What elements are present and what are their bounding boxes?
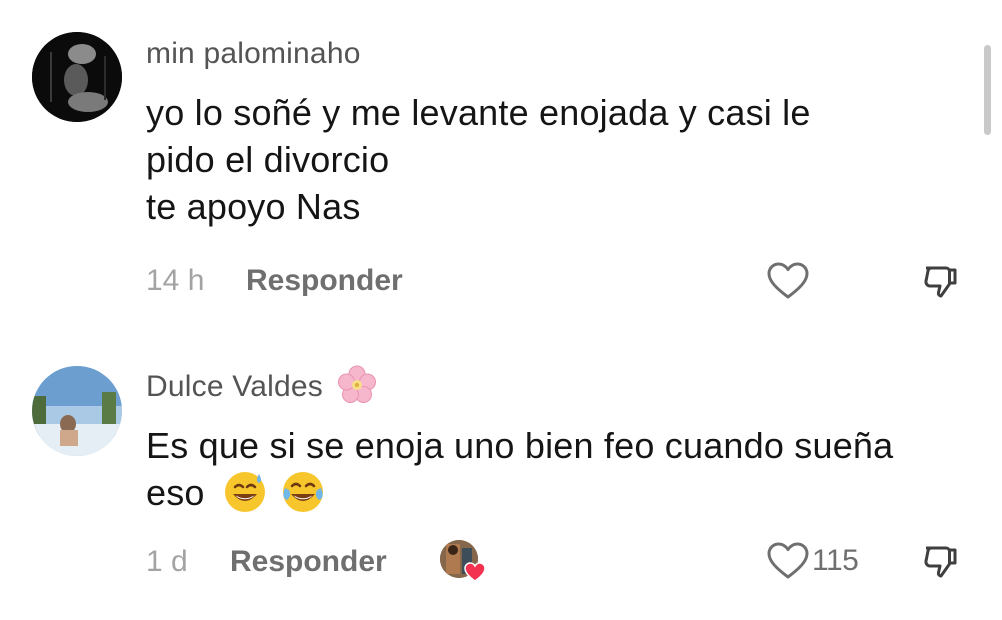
thumbs-down-icon — [924, 266, 957, 298]
cherry-blossom-icon — [338, 365, 377, 404]
reply-button[interactable]: Responder — [246, 264, 403, 298]
like-button[interactable] — [766, 261, 810, 301]
heart-icon — [767, 262, 809, 299]
like-count: 115 — [812, 544, 859, 577]
username-text: Dulce Valdes — [146, 370, 323, 403]
dislike-button[interactable] — [920, 542, 960, 582]
thumbs-down-icon — [924, 546, 957, 578]
comment-text-word: eso — [146, 472, 205, 513]
comment-text: Es que si se enoja uno bien feo cuando s… — [146, 422, 893, 516]
comment-text-line: te apoyo Nas — [146, 186, 361, 227]
tears-of-joy-emoji — [283, 472, 324, 513]
comment-text-line: yo lo soñé y me levante enojada y casi l… — [146, 92, 811, 133]
avatar-image — [32, 32, 122, 122]
heart-badge-icon — [464, 562, 486, 582]
comment-text-line: Es que si se enoja uno bien feo cuando s… — [146, 425, 894, 466]
reply-button[interactable]: Responder — [230, 545, 387, 579]
creator-liked-badge — [440, 540, 486, 582]
comment-text: yo lo soñé y me levante enojada y casi l… — [146, 89, 811, 230]
avatar-image — [32, 366, 122, 456]
username[interactable]: Dulce Valdes — [146, 365, 377, 405]
grinning-sweat-emoji — [224, 472, 265, 513]
username[interactable]: min palominaho — [146, 37, 361, 71]
avatar[interactable] — [32, 366, 122, 456]
comment-time: 1 d — [146, 545, 188, 578]
comment-text-line: eso — [146, 469, 893, 516]
scrollbar[interactable] — [984, 45, 991, 135]
comment-text-line: pido el divorcio — [146, 139, 390, 180]
like-button[interactable]: 115 — [766, 541, 859, 581]
heart-icon — [767, 542, 809, 579]
dislike-button[interactable] — [920, 262, 960, 302]
comment-time: 14 h — [146, 264, 205, 297]
avatar[interactable] — [32, 32, 122, 122]
